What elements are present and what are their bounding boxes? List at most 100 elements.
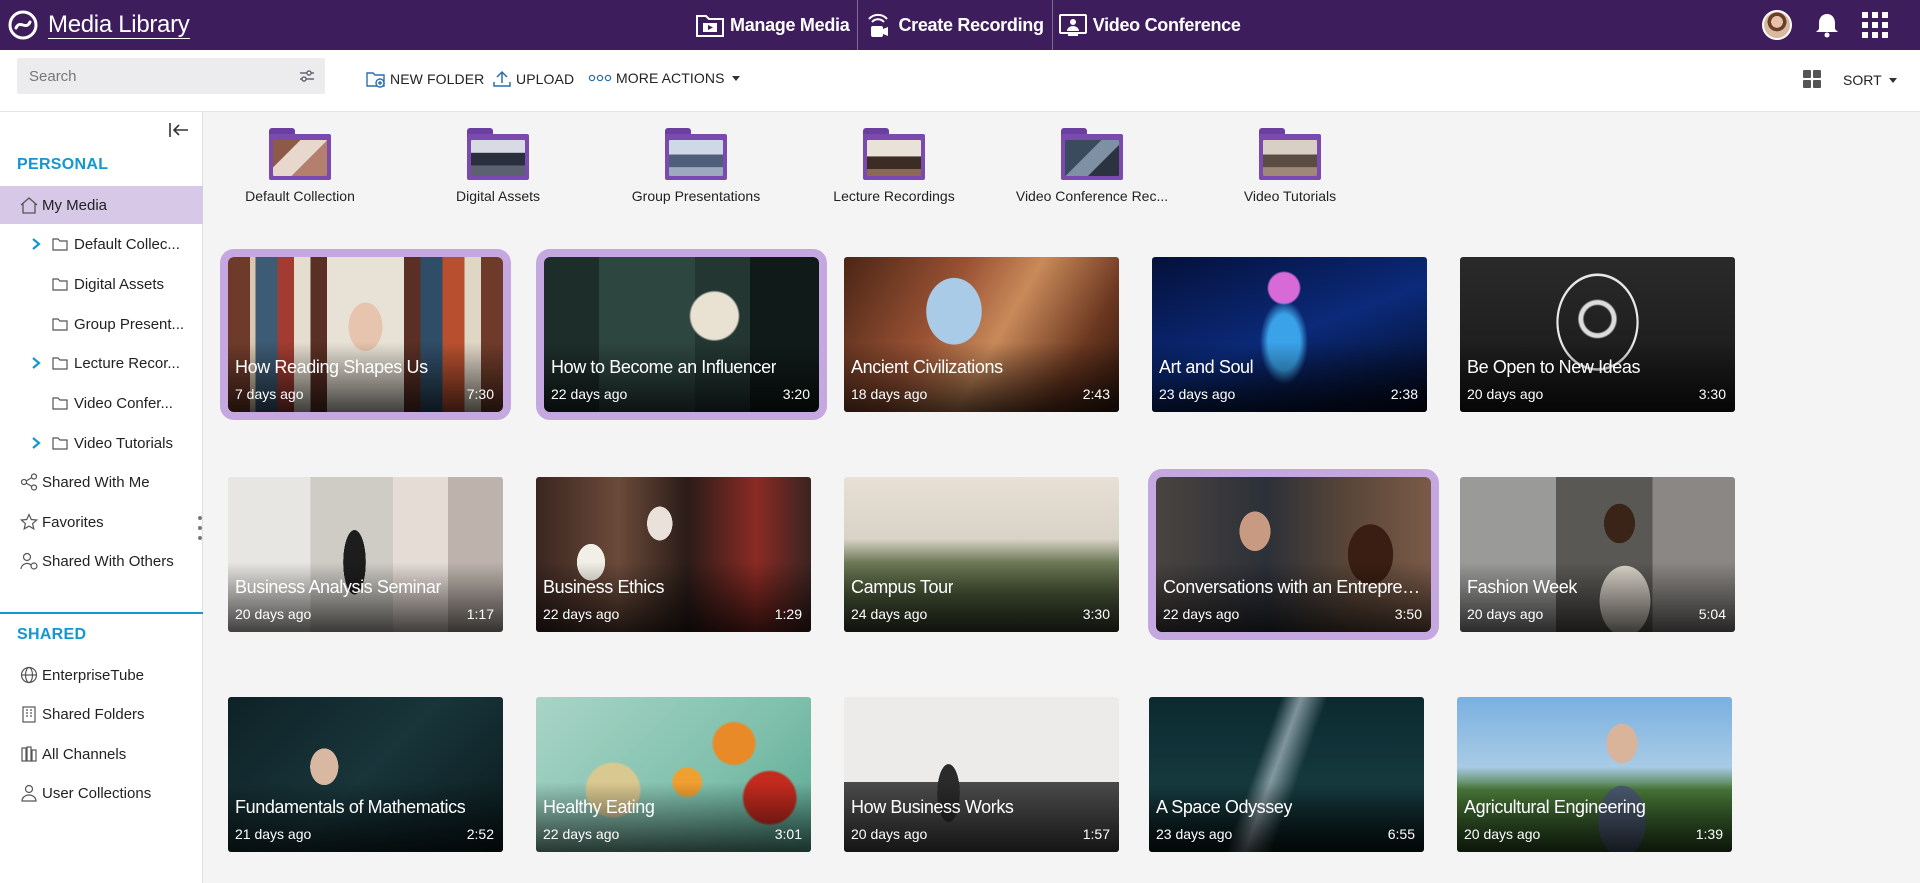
media-card[interactable]: A Space Odyssey 23 days ago 6:55 [1149,697,1424,852]
more-actions-button[interactable]: MORE ACTIONS [588,70,740,86]
folder-tile[interactable]: Digital Assets [408,122,588,204]
media-card[interactable]: Ancient Civilizations 18 days ago 2:43 [844,257,1119,412]
media-card[interactable]: Art and Soul 23 days ago 2:38 [1152,257,1427,412]
sidebar-folder-digital-assets[interactable]: Digital Assets [0,265,203,303]
sidebar: PERSONAL My Media Default Collec... Digi… [0,112,203,883]
grid-view-icon[interactable] [1803,70,1821,88]
sidebar-item-enterprisetube[interactable]: EnterpriseTube [0,656,203,694]
sort-button[interactable]: SORT [1843,72,1897,88]
sidebar-folder-label: Group Present... [74,315,185,333]
media-title: Agricultural Engineering [1464,797,1646,817]
top-nav: Manage Media Create Recording Video Conf… [690,0,1249,50]
sidebar-item-my-media[interactable]: My Media [0,186,203,224]
nav-create-recording[interactable]: Create Recording [858,0,1053,50]
folder-tile[interactable]: Video Tutorials [1200,122,1380,204]
media-age: 22 days ago [543,826,620,842]
media-age: 20 days ago [1464,826,1541,842]
media-card[interactable]: How to Become an Influencer 22 days ago … [544,257,819,412]
user-avatar[interactable] [1762,10,1792,40]
filter-sliders-icon[interactable] [299,69,315,83]
media-card[interactable]: How Reading Shapes Us 7 days ago 7:30 [228,257,503,412]
new-folder-button[interactable]: NEW FOLDER [366,70,484,88]
sidebar-folder-label: Lecture Recor... [74,354,180,372]
media-card[interactable]: Conversations with an Entrepreneur 22 da… [1156,477,1431,632]
media-duration: 6:55 [1387,826,1415,842]
app-title: Media Library [48,10,190,39]
sidebar-item-label: EnterpriseTube [42,666,144,684]
media-duration: 1:39 [1695,826,1723,842]
collapse-sidebar-icon[interactable] [168,120,190,140]
media-card[interactable]: Fundamentals of Mathematics 21 days ago … [228,697,503,852]
media-card[interactable]: Be Open to New Ideas 20 days ago 3:30 [1460,257,1735,412]
media-card[interactable]: Fashion Week 20 days ago 5:04 [1460,477,1735,632]
brand[interactable]: Media Library [0,0,190,50]
sidebar-item-user-collections[interactable]: User Collections [0,774,203,812]
sidebar-folder-default-collection[interactable]: Default Collec... [0,225,203,263]
sidebar-folder-video-tutorials[interactable]: Video Tutorials [0,424,203,462]
media-title: A Space Odyssey [1156,797,1293,817]
sidebar-item-label: My Media [42,196,108,214]
upload-button[interactable]: UPLOAD [492,70,574,88]
folder-icon [52,396,68,414]
nav-create-recording-label: Create Recording [898,14,1044,35]
app-launcher-grid-icon[interactable] [1862,12,1888,38]
folder-thumbnail [1259,128,1321,180]
media-title: Art and Soul [1159,357,1254,377]
media-card[interactable]: How Business Works 20 days ago 1:57 [844,697,1119,852]
search-box [17,58,325,94]
media-title: Be Open to New Ideas [1467,357,1641,377]
notifications-bell-icon[interactable] [1814,11,1840,39]
media-card[interactable]: Healthy Eating 22 days ago 3:01 [536,697,811,852]
media-card[interactable]: Business Ethics 22 days ago 1:29 [536,477,811,632]
chevron-right-icon[interactable] [31,356,43,370]
upload-icon [492,70,512,88]
upload-label: UPLOAD [516,71,575,87]
sidebar-divider [0,612,203,614]
search-input[interactable] [17,58,277,94]
chevron-right-icon[interactable] [31,436,43,450]
folder-thumbnail [269,128,331,180]
chevron-right-icon[interactable] [31,237,43,251]
media-age: 20 days ago [235,606,312,622]
folder-name: Lecture Recordings [833,188,955,204]
folder-tile[interactable]: Group Presentations [606,122,786,204]
media-duration: 2:52 [466,826,494,842]
globe-icon [20,666,38,684]
media-title: Campus Tour [851,577,954,597]
media-duration: 7:30 [466,386,494,402]
media-age: 20 days ago [1467,606,1544,622]
media-duration: 5:04 [1698,606,1726,622]
folder-tile[interactable]: Lecture Recordings [804,122,984,204]
sidebar-folder-video-conference[interactable]: Video Confer... [0,384,203,422]
media-age: 22 days ago [1163,606,1240,622]
folder-thumbnail [665,128,727,180]
nav-manage-media[interactable]: Manage Media [690,0,859,50]
new-folder-icon [366,70,386,88]
folder-tile[interactable]: Video Conference Rec... [1002,122,1182,204]
sidebar-item-shared-with-others[interactable]: Shared With Others [0,542,203,580]
sidebar-item-favorites[interactable]: Favorites [0,503,203,541]
folder-name: Group Presentations [631,188,761,204]
sidebar-item-all-channels[interactable]: All Channels [0,735,203,773]
sidebar-folder-lecture-recordings[interactable]: Lecture Recor... [0,344,203,382]
media-age: 18 days ago [851,386,928,402]
media-age: 7 days ago [235,386,304,402]
sidebar-item-shared-with-me[interactable]: Shared With Me [0,463,203,501]
media-title: Healthy Eating [543,797,655,817]
folder-tile[interactable]: Default Collection [210,122,390,204]
sidebar-item-shared-folders[interactable]: Shared Folders [0,695,203,733]
media-age: 22 days ago [543,606,620,622]
sidebar-resize-handle[interactable] [198,516,204,540]
folder-thumbnail [863,128,925,180]
media-age: 24 days ago [851,606,928,622]
media-duration: 1:17 [466,606,494,622]
sort-label: SORT [1843,72,1882,88]
media-age: 23 days ago [1156,826,1233,842]
media-card[interactable]: Agricultural Engineering 20 days ago 1:3… [1457,697,1732,852]
app-logo-icon [6,8,40,42]
media-title: Ancient Civilizations [851,357,1003,377]
nav-video-conference[interactable]: Video Conference [1053,0,1249,50]
media-card[interactable]: Business Analysis Seminar 20 days ago 1:… [228,477,503,632]
sidebar-folder-group-presentations[interactable]: Group Present... [0,305,203,343]
media-card[interactable]: Campus Tour 24 days ago 3:30 [844,477,1119,632]
